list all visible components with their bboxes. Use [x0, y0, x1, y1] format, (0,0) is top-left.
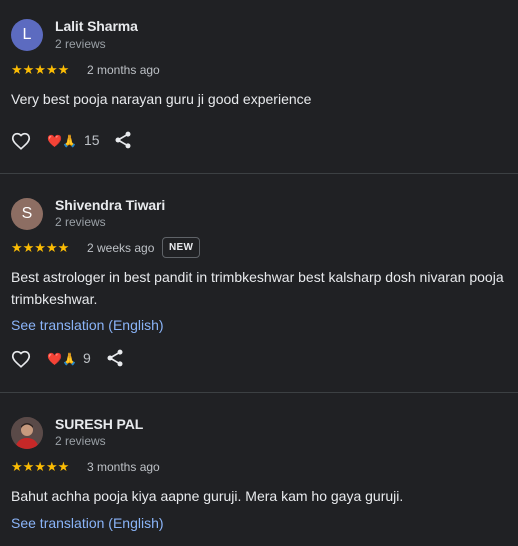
see-translation-link[interactable]: See translation (English) — [11, 317, 164, 333]
reaction-emojis: ❤️🙏 — [47, 134, 77, 148]
review-card: L Lalit Sharma 2 reviews ★★★★★ 2 months … — [0, 0, 518, 173]
reviewer-name[interactable]: SURESH PAL — [55, 416, 143, 432]
reviewer-name[interactable]: Shivendra Tiwari — [55, 197, 165, 213]
review-time: 2 months ago — [87, 63, 160, 77]
review-time: 3 months ago — [87, 460, 160, 474]
star-rating: ★★★★★ — [11, 62, 70, 77]
person-photo-icon — [11, 417, 43, 449]
reaction-emojis: ❤️🙏 — [47, 352, 77, 366]
star-rating: ★★★★★ — [11, 240, 70, 255]
avatar-letter: L — [22, 26, 32, 43]
reviewer-name[interactable]: Lalit Sharma — [55, 18, 138, 34]
reviewer-review-count: 2 reviews — [55, 434, 106, 448]
review-card: S Shivendra Tiwari 2 reviews ★★★★★ 2 wee… — [0, 174, 518, 392]
share-icon[interactable] — [113, 130, 133, 150]
avatar-photo[interactable] — [11, 417, 43, 449]
avatar[interactable]: L — [11, 19, 43, 51]
review-text: Bahut achha pooja kiya aapne guruji. Mer… — [11, 488, 404, 504]
review-time: 2 weeks ago — [87, 241, 155, 255]
heart-outline-icon[interactable] — [10, 130, 32, 152]
see-translation-link[interactable]: See translation (English) — [11, 515, 164, 531]
star-rating: ★★★★★ — [11, 459, 70, 474]
share-icon[interactable] — [105, 348, 125, 368]
new-badge: NEW — [162, 237, 201, 258]
reviewer-review-count: 2 reviews — [55, 215, 106, 229]
avatar-letter: S — [21, 205, 33, 222]
review-text: Very best pooja narayan guru ji good exp… — [11, 91, 312, 107]
reaction-count[interactable]: 9 — [83, 350, 91, 366]
reviewer-review-count: 2 reviews — [55, 37, 106, 51]
review-card: SURESH PAL 2 reviews ★★★★★ 3 months ago … — [0, 393, 518, 546]
avatar[interactable]: S — [11, 198, 43, 230]
reaction-count[interactable]: 15 — [84, 132, 100, 148]
heart-outline-icon[interactable] — [10, 348, 32, 370]
review-text: Best astrologer in best pandit in trimbk… — [11, 269, 504, 307]
